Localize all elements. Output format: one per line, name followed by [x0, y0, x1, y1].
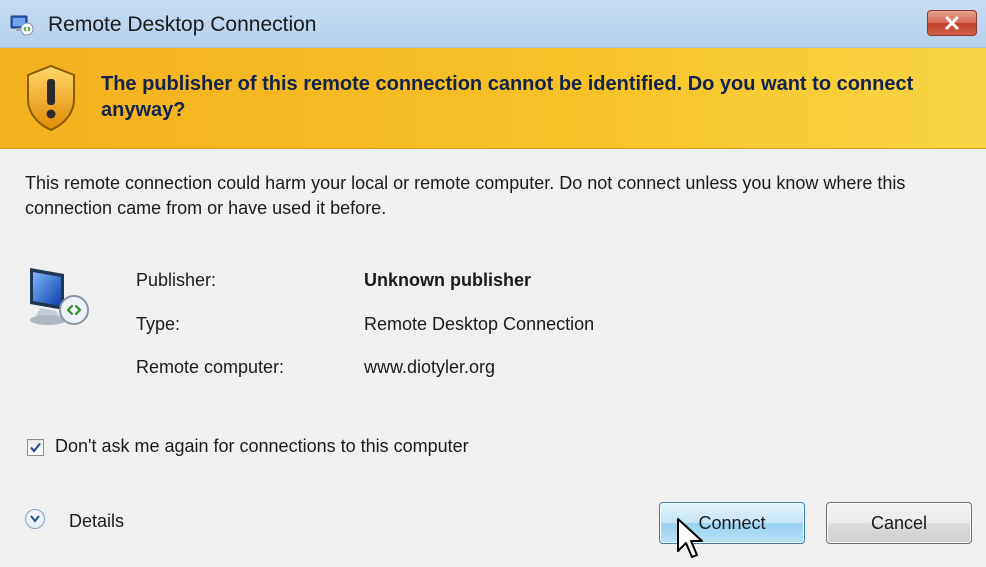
remote-computer-value: www.diotyler.org [364, 357, 496, 377]
remote-desktop-icon [10, 15, 34, 36]
close-button[interactable] [927, 10, 977, 36]
warning-banner: The publisher of this remote connection … [0, 48, 986, 149]
mouse-cursor-icon [677, 518, 703, 558]
details-toggle-button[interactable] [25, 509, 45, 529]
type-label: Type: [136, 314, 181, 334]
dont-ask-label[interactable]: Don't ask me again for connections to th… [55, 436, 469, 457]
title-bar[interactable]: Remote Desktop Connection [0, 0, 986, 48]
checkmark-icon [30, 442, 41, 453]
type-value: Remote Desktop Connection [364, 314, 595, 334]
cancel-button[interactable]: Cancel [826, 502, 972, 544]
description-text: This remote connection could harm your l… [25, 173, 906, 218]
close-icon [945, 16, 959, 30]
remote-computer-icon [30, 268, 89, 325]
publisher-value: Unknown publisher [364, 270, 532, 290]
publisher-label: Publisher: [136, 270, 217, 290]
warning-shield-icon [27, 64, 75, 132]
remote-computer-label: Remote computer: [136, 357, 285, 377]
details-label[interactable]: Details [69, 511, 124, 532]
window-title: Remote Desktop Connection [48, 13, 317, 36]
chevron-down-icon [30, 515, 40, 523]
dialog-body: This remote connection could harm your l… [0, 149, 986, 567]
dont-ask-checkbox[interactable] [27, 439, 44, 456]
warning-message: The publisher of this remote connection … [101, 73, 914, 121]
remote-desktop-dialog: Remote Desktop Connection The publisher … [0, 0, 986, 567]
